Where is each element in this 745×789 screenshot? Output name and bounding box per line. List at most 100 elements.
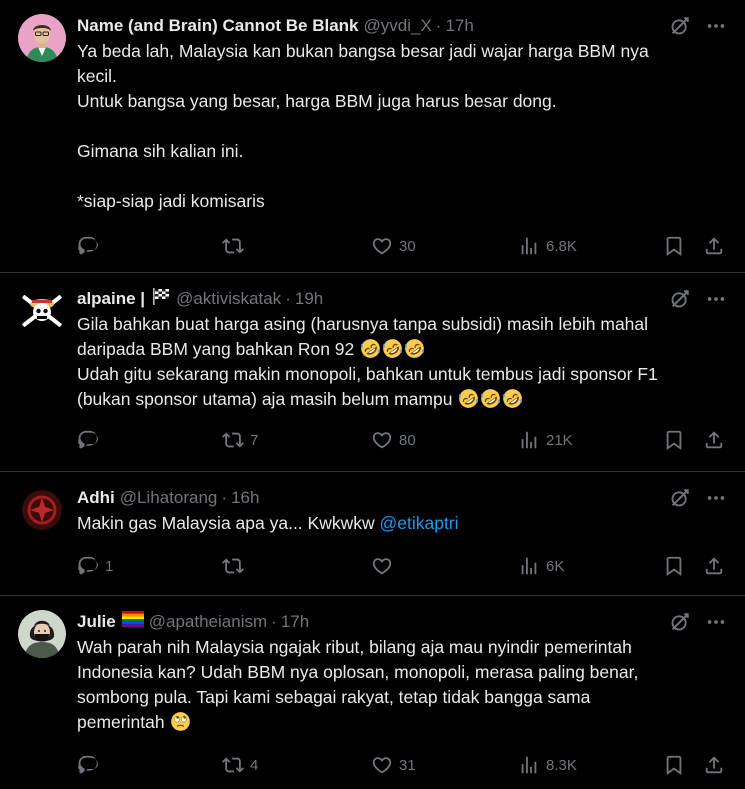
like-button[interactable]: 30 xyxy=(371,234,416,258)
timestamp[interactable]: 19h xyxy=(295,287,323,311)
reply-feed: Name (and Brain) Cannot Be Blank @yvdi_X… xyxy=(0,0,745,789)
repost-count: 4 xyxy=(250,756,259,774)
timestamp[interactable]: 16h xyxy=(231,486,259,510)
bookmark-icon xyxy=(663,555,685,577)
tweet-text-line-with-emoji: pemerintah xyxy=(77,710,709,735)
repost-icon xyxy=(222,555,244,577)
tweet-actions: 7 80 21K xyxy=(77,416,727,466)
tweet-text-line: Wah parah nih Malaysia ngajak ribut, bil… xyxy=(77,637,632,657)
tweet-text-line-with-emoji: (bukan sponsor utama) aja masih belum ma… xyxy=(77,387,709,412)
more-icon[interactable] xyxy=(705,611,727,633)
user-handle[interactable]: @Lihatorang xyxy=(120,486,218,510)
like-button[interactable]: 31 xyxy=(371,753,416,777)
bookmark-button[interactable] xyxy=(663,234,685,258)
tweet-text-line: Indonesia kan? Udah BBM nya oplosan, mon… xyxy=(77,662,639,682)
tweet-header: Adhi @Lihatorang · 16h xyxy=(77,486,727,510)
reply-button[interactable]: 1 xyxy=(77,554,113,578)
tweet-text: Gila bahkan buat harga asing (harusnya t… xyxy=(77,312,727,412)
share-button[interactable] xyxy=(703,554,725,578)
user-handle[interactable]: @yvdi_X xyxy=(364,14,432,38)
views-button[interactable]: 21K xyxy=(518,428,573,452)
repost-button[interactable]: 4 xyxy=(222,753,258,777)
tweet-text: Ya beda lah, Malaysia kan bukan bangsa b… xyxy=(77,39,727,214)
reply-icon xyxy=(77,555,99,577)
tweet-actions: 30 6.8K xyxy=(77,222,727,272)
share-button[interactable] xyxy=(703,234,725,258)
view-count: 21K xyxy=(546,431,573,449)
tweet-lihatorang[interactable]: Adhi @Lihatorang · 16h Makin gas Malaysi… xyxy=(0,472,745,596)
tweet-yvdi[interactable]: Name (and Brain) Cannot Be Blank @yvdi_X… xyxy=(0,0,745,273)
repost-button[interactable] xyxy=(222,554,250,578)
rolling-laughing-emoji-icon xyxy=(382,338,403,359)
tweet-actions: 4 31 8.3K xyxy=(77,741,727,789)
rolling-laughing-emoji-icon xyxy=(404,338,425,359)
heart-icon xyxy=(371,429,393,451)
avatar[interactable] xyxy=(22,490,62,530)
share-button[interactable] xyxy=(703,753,725,777)
display-name[interactable]: Adhi xyxy=(77,486,115,510)
tweet-apatheianism[interactable]: Julie @apatheianism · 17h Wah parah nih … xyxy=(0,596,745,789)
tweet-text: Wah parah nih Malaysia ngajak ribut, bil… xyxy=(77,635,727,735)
grok-icon[interactable] xyxy=(669,611,691,633)
tweet-text-line: Gimana sih kalian ini. xyxy=(77,141,244,161)
reply-icon xyxy=(77,754,99,776)
tweet-header-actions xyxy=(669,14,727,38)
tweet-text-line: sombong pula. Tapi kami sebagai rakyat, … xyxy=(77,687,591,707)
reply-button[interactable] xyxy=(77,428,105,452)
grok-icon[interactable] xyxy=(669,487,691,509)
tweet-aktiviskatak[interactable]: alpaine | @aktiviskatak · 19h Gila bahka… xyxy=(0,273,745,472)
repost-button[interactable]: 7 xyxy=(222,428,258,452)
grok-icon[interactable] xyxy=(669,15,691,37)
display-name[interactable]: Name (and Brain) Cannot Be Blank xyxy=(77,14,359,38)
rainbow-flag-icon xyxy=(121,610,144,634)
view-count: 6K xyxy=(546,557,565,575)
tweet-header: Name (and Brain) Cannot Be Blank @yvdi_X… xyxy=(77,14,727,38)
heart-icon xyxy=(371,754,393,776)
avatar[interactable] xyxy=(18,287,66,335)
repost-count: 7 xyxy=(250,431,259,449)
display-name[interactable]: Julie xyxy=(77,610,116,634)
bookmark-button[interactable] xyxy=(663,428,685,452)
user-handle[interactable]: @aktiviskatak xyxy=(176,287,281,311)
share-button[interactable] xyxy=(703,428,725,452)
views-button[interactable]: 6K xyxy=(518,554,564,578)
user-handle[interactable]: @apatheianism xyxy=(149,610,267,634)
timestamp[interactable]: 17h xyxy=(445,14,473,38)
display-name[interactable]: alpaine | xyxy=(77,287,145,311)
grok-icon[interactable] xyxy=(669,288,691,310)
more-icon[interactable] xyxy=(705,288,727,310)
views-icon xyxy=(518,429,540,451)
avatar[interactable] xyxy=(18,14,66,62)
share-icon xyxy=(703,235,725,257)
reply-icon xyxy=(77,429,99,451)
like-button[interactable] xyxy=(371,554,399,578)
bookmark-button[interactable] xyxy=(663,753,685,777)
tweet-actions: 1 6K xyxy=(77,542,727,592)
bookmark-icon xyxy=(663,754,685,776)
reply-count: 1 xyxy=(105,557,114,575)
rolling-laughing-emoji-icon xyxy=(458,388,479,409)
reply-button[interactable] xyxy=(77,753,105,777)
repost-icon xyxy=(222,754,244,776)
views-button[interactable]: 8.3K xyxy=(518,753,577,777)
rolling-laughing-emoji-icon xyxy=(480,388,501,409)
tweet-header: alpaine | @aktiviskatak · 19h xyxy=(77,287,727,311)
bookmark-button[interactable] xyxy=(663,554,685,578)
views-icon xyxy=(518,555,540,577)
reply-button[interactable] xyxy=(77,234,105,258)
tweet-text: Makin gas Malaysia apa ya... Kwkwkw @eti… xyxy=(77,511,727,536)
views-button[interactable]: 6.8K xyxy=(518,234,577,258)
tweet-text-line: Udah gitu sekarang makin monopoli, bahka… xyxy=(77,364,658,384)
more-icon[interactable] xyxy=(705,487,727,509)
tweet-header-actions xyxy=(669,610,727,634)
repost-button[interactable] xyxy=(222,234,250,258)
view-count: 6.8K xyxy=(546,237,577,255)
view-count: 8.3K xyxy=(546,756,577,774)
mention-link[interactable]: @etikaptri xyxy=(380,513,459,533)
more-icon[interactable] xyxy=(705,15,727,37)
tweet-text-line: (bukan sponsor utama) aja masih belum ma… xyxy=(77,389,453,409)
timestamp[interactable]: 17h xyxy=(281,610,309,634)
avatar[interactable] xyxy=(18,610,66,658)
tweet-text-line: kecil. xyxy=(77,66,117,86)
like-button[interactable]: 80 xyxy=(371,428,416,452)
